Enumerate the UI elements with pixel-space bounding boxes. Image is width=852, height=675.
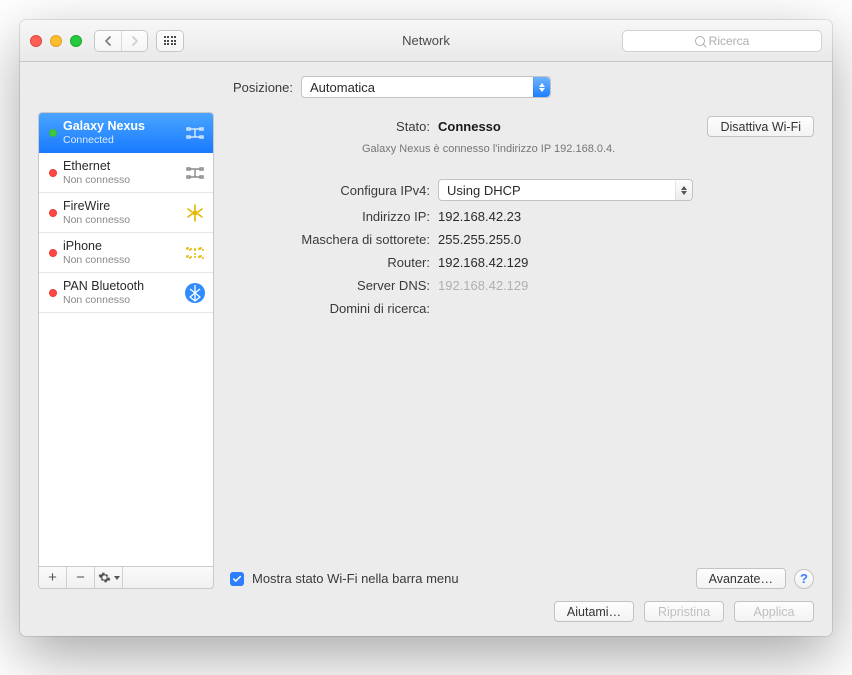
router-label: Router: [230,255,430,270]
remove-button[interactable]: − [67,567,95,588]
add-button[interactable]: + [39,567,67,588]
row-dns: Server DNS: 192.168.42.129 [230,278,814,293]
status-value: Connesso [438,119,501,134]
nav-group [94,30,148,52]
mask-value: 255.255.255.0 [438,232,521,247]
sidebar-item-iphone[interactable]: iPhone Non connesso [39,233,213,273]
row-ip: Indirizzo IP: 192.168.42.23 [230,209,814,224]
zoom-icon[interactable] [70,35,82,47]
status-label: Stato: [230,119,430,134]
toggle-wifi-button[interactable]: Disattiva Wi-Fi [707,116,814,137]
show-all-button[interactable] [156,30,184,52]
status-dot-icon [49,129,57,137]
traffic-lights [30,35,82,47]
bottom-bar: Aiutami… Ripristina Applica [38,601,814,622]
ipv4-label: Configura IPv4: [230,183,430,198]
chevron-left-icon [104,36,112,46]
popup-arrows-icon [675,180,692,200]
minimize-icon[interactable] [50,35,62,47]
row-ipv4: Configura IPv4: Using DHCP [230,179,814,201]
sidebar-item-galaxy-nexus[interactable]: Galaxy Nexus Connected [39,113,213,153]
sidebar-item-firewire[interactable]: FireWire Non connesso [39,193,213,233]
sub-status-text: Galaxy Nexus è connesso l'indirizzo IP 1… [362,143,814,155]
firewire-icon [183,201,207,225]
service-status: Non connesso [63,294,183,306]
main-row: Galaxy Nexus Connected Ethernet Non conn… [38,112,814,589]
status-row: Stato: Connesso Disattiva Wi-Fi [230,116,814,137]
item-text: Galaxy Nexus Connected [63,119,183,145]
mask-label: Maschera di sottorete: [230,232,430,247]
sidebar-actions: + − [38,567,214,589]
search-icon [695,36,705,46]
status-dot-icon [49,289,57,297]
show-menu-label: Mostra stato Wi-Fi nella barra menu [252,571,688,586]
close-icon[interactable] [30,35,42,47]
advanced-button[interactable]: Avanzate… [696,568,786,589]
service-name: FireWire [63,199,183,213]
revert-button[interactable]: Ripristina [644,601,724,622]
bluetooth-icon [183,281,207,305]
help-me-button[interactable]: Aiutami… [554,601,634,622]
location-label: Posizione: [73,80,293,95]
row-router: Router: 192.168.42.129 [230,255,814,270]
ipv4-value: Using DHCP [447,183,521,198]
service-name: Galaxy Nexus [63,119,183,133]
sidebar: Galaxy Nexus Connected Ethernet Non conn… [38,112,214,589]
content-area: Posizione: Automatica Galaxy Nexus Conne… [20,62,832,636]
row-search-domains: Domini di ricerca: [230,301,814,316]
search-domains-label: Domini di ricerca: [230,301,430,316]
apply-button[interactable]: Applica [734,601,814,622]
network-prefs-window: Network Ricerca Posizione: Automatica [20,20,832,636]
service-name: iPhone [63,239,183,253]
dns-label: Server DNS: [230,278,430,293]
ip-label: Indirizzo IP: [230,209,430,224]
sidebar-item-pan-bluetooth[interactable]: PAN Bluetooth Non connesso [39,273,213,313]
status-dot-icon [49,249,57,257]
location-row: Posizione: Automatica [38,76,814,98]
ethernet-icon [183,161,207,185]
ethernet-icon [183,241,207,265]
row-mask: Maschera di sottorete: 255.255.255.0 [230,232,814,247]
service-status: Non connesso [63,174,183,186]
back-button[interactable] [95,31,121,51]
status-dot-icon [49,169,57,177]
service-status: Non connesso [63,254,183,266]
status-dot-icon [49,209,57,217]
search-placeholder: Ricerca [709,34,750,48]
grid-icon [164,36,177,45]
item-text: Ethernet Non connesso [63,159,183,185]
ip-value: 192.168.42.23 [438,209,521,224]
service-status: Connected [63,134,183,146]
item-text: FireWire Non connesso [63,199,183,225]
sidebar-item-ethernet[interactable]: Ethernet Non connesso [39,153,213,193]
search-input[interactable]: Ricerca [622,30,822,52]
forward-button[interactable] [121,31,147,51]
detail-panel: Stato: Connesso Disattiva Wi-Fi Galaxy N… [230,112,814,589]
dns-value[interactable]: 192.168.42.129 [438,278,528,293]
gear-icon [98,571,120,584]
ipv4-popup[interactable]: Using DHCP [438,179,693,201]
popup-arrows-icon [533,77,550,97]
toolbar: Network Ricerca [20,20,832,62]
chevron-right-icon [131,36,139,46]
service-list: Galaxy Nexus Connected Ethernet Non conn… [38,112,214,567]
check-icon [232,574,242,584]
help-button[interactable]: ? [794,569,814,589]
actions-menu-button[interactable] [95,567,123,588]
router-value: 192.168.42.129 [438,255,528,270]
ethernet-icon [183,121,207,145]
service-name: Ethernet [63,159,183,173]
panel-footer: Mostra stato Wi-Fi nella barra menu Avan… [230,568,814,589]
service-status: Non connesso [63,214,183,226]
service-name: PAN Bluetooth [63,279,183,293]
location-popup[interactable]: Automatica [301,76,551,98]
location-value: Automatica [310,80,375,95]
show-menu-checkbox[interactable] [230,572,244,586]
item-text: PAN Bluetooth Non connesso [63,279,183,305]
item-text: iPhone Non connesso [63,239,183,265]
